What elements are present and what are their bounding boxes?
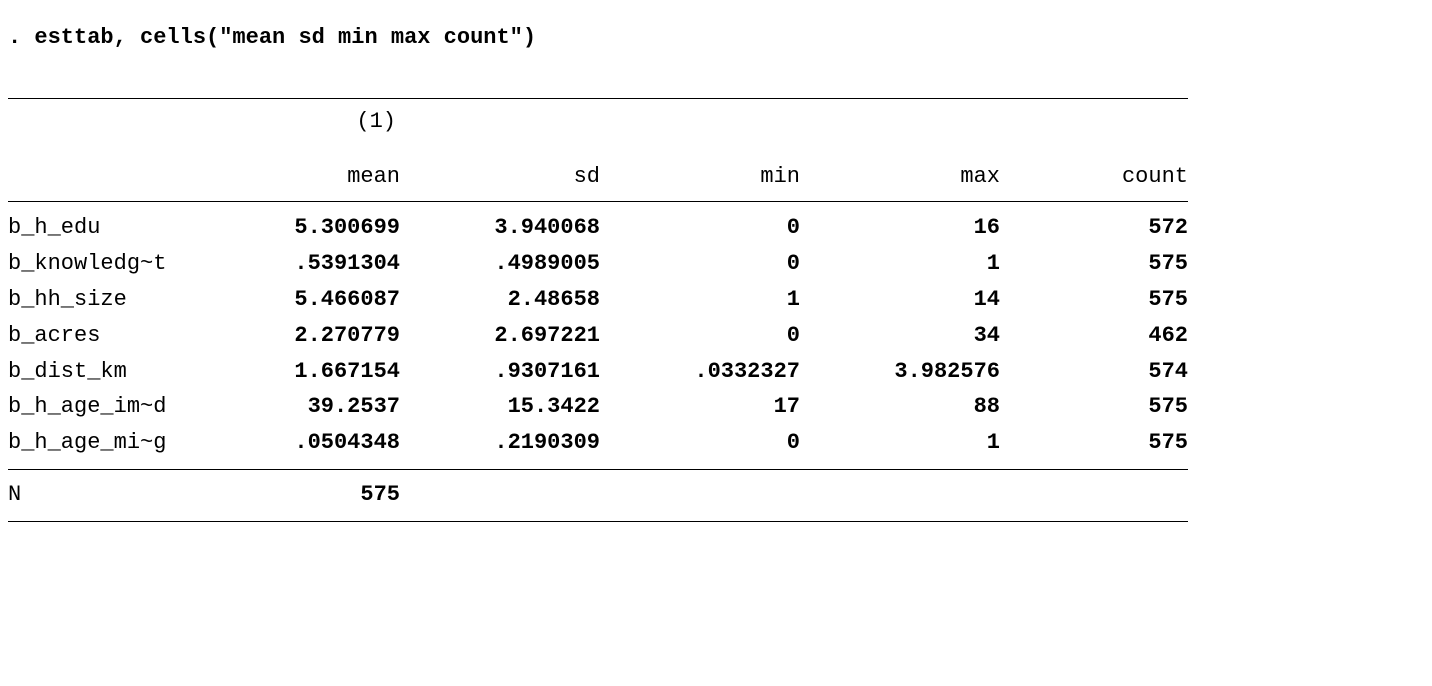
table-row: b_hh_size 5.466087 2.48658 1 14 575 <box>8 282 1188 318</box>
model-label: (1) <box>356 109 400 134</box>
col-header-max: max <box>800 154 1000 202</box>
table-row: b_h_age_mi~g .0504348 .2190309 0 1 575 <box>8 425 1188 461</box>
table-row: b_dist_km 1.667154 .9307161 .0332327 3.9… <box>8 354 1188 390</box>
col-header-sd: sd <box>400 154 600 202</box>
col-header-mean: mean <box>178 154 400 202</box>
table-row: b_knowledg~t .5391304 .4989005 0 1 575 <box>8 246 1188 282</box>
col-header-min: min <box>600 154 800 202</box>
col-header-count: count <box>1000 154 1188 202</box>
command-line: . esttab, cells("mean sd min max count") <box>8 25 1424 50</box>
table-row: b_h_age_im~d 39.2537 15.3422 17 88 575 <box>8 389 1188 425</box>
esttab-output-table: (1) mean sd min max count b_h_edu 5.3006… <box>8 98 1188 522</box>
footer-value: 575 <box>178 470 400 522</box>
footer-label: N <box>8 470 178 522</box>
table-row: b_acres 2.270779 2.697221 0 34 462 <box>8 318 1188 354</box>
table-row: b_h_edu 5.300699 3.940068 0 16 572 <box>8 210 1188 246</box>
